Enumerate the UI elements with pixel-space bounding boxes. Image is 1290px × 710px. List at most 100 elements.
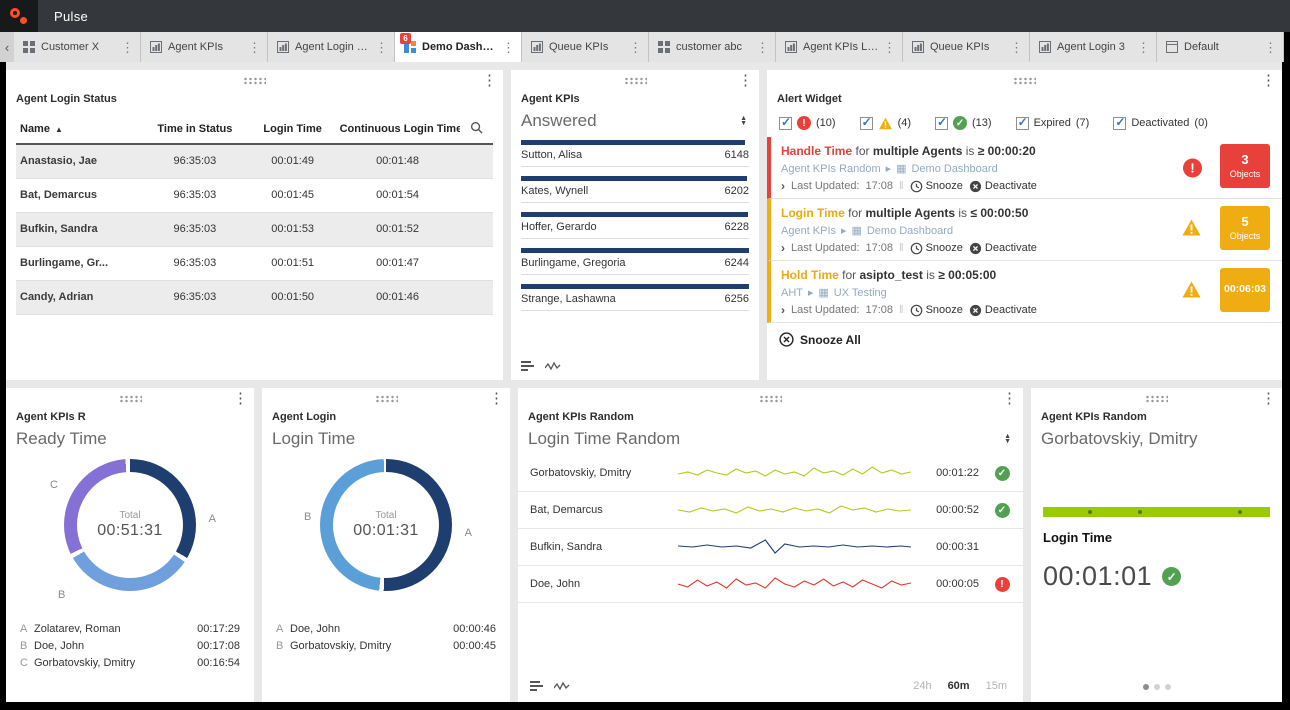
range-15m[interactable]: 15m (986, 680, 1007, 692)
drag-handle[interactable] (243, 77, 266, 85)
pager-dot[interactable] (1165, 684, 1171, 690)
tab-menu-kebab-icon[interactable]: ⋮ (244, 41, 265, 54)
alert-item[interactable]: Hold Time for asipto_test is ≥ 00:05:00 … (767, 261, 1282, 323)
checkbox-checked[interactable] (1113, 117, 1126, 130)
bar-list-item[interactable]: Burlingame, Gregoria6244 (521, 248, 749, 275)
filter-expired[interactable]: Expired (7) (1016, 117, 1090, 130)
filter-critical[interactable]: ! (10) (779, 116, 836, 130)
widget-menu-kebab-icon[interactable]: ⋮ (1261, 73, 1276, 88)
tab-default[interactable]: Default ⋮ (1157, 32, 1284, 62)
tab-queue-kpis-2[interactable]: Queue KPIs ⋮ (903, 32, 1030, 62)
range-60m-selected[interactable]: 60m (948, 680, 970, 692)
snooze-all-button[interactable]: Snooze All (767, 323, 1282, 356)
drag-handle[interactable] (375, 395, 398, 403)
filter-warning[interactable]: (4) (860, 117, 911, 130)
filter-deactivated[interactable]: Deactivated (0) (1113, 117, 1208, 130)
pager-dot[interactable] (1154, 684, 1160, 690)
checkbox-checked[interactable] (935, 117, 948, 130)
widget-menu-kebab-icon[interactable]: ⋮ (233, 391, 248, 406)
tab-menu-kebab-icon[interactable]: ⋮ (752, 41, 773, 54)
continuous-login-time-cell: 00:01:48 (336, 144, 460, 178)
table-search-button[interactable] (460, 114, 493, 144)
tab-menu-kebab-icon[interactable]: ⋮ (117, 41, 138, 54)
tab-menu-kebab-icon[interactable]: ⋮ (1006, 41, 1027, 54)
source-widget-link[interactable]: Agent KPIs (781, 225, 836, 237)
widget-menu-kebab-icon[interactable]: ⋮ (489, 391, 504, 406)
drag-handle[interactable] (119, 395, 142, 403)
drag-handle[interactable] (1145, 395, 1168, 403)
tab-menu-kebab-icon[interactable]: ⋮ (879, 41, 900, 54)
checkbox-checked[interactable] (860, 117, 873, 130)
tab-scroll-left-button[interactable]: ‹ (0, 32, 14, 62)
tab-menu-kebab-icon[interactable]: ⋮ (1133, 41, 1154, 54)
tab-demo-dashboard-active[interactable]: 6 Demo Dashboard ⋮ (395, 32, 522, 62)
top-bar: Pulse (0, 0, 1290, 32)
deactivate-button[interactable]: Deactivate (969, 180, 1037, 193)
alert-objects-badge[interactable]: 3 Objects (1220, 144, 1270, 188)
deactivate-button[interactable]: Deactivate (969, 304, 1037, 317)
table-row[interactable]: Anastasio, Jae 96:35:03 00:01:49 00:01:4… (16, 144, 493, 178)
bar-list-item[interactable]: Hoffer, Gerardo6228 (521, 212, 749, 239)
widget-menu-kebab-icon[interactable]: ⋮ (1002, 391, 1017, 406)
alert-item[interactable]: Handle Time for multiple Agents is ≥ 00:… (767, 137, 1282, 199)
alert-value-badge[interactable]: 00:06:03 (1220, 268, 1270, 312)
sort-toggle-icon[interactable]: ▲▼ (740, 116, 747, 126)
bar-list-item[interactable]: Sutton, Alisa6148 (521, 140, 749, 167)
wave-view-icon[interactable] (554, 680, 570, 692)
source-widget-link[interactable]: Agent KPIs Random (781, 163, 881, 175)
drag-handle[interactable] (1013, 77, 1036, 85)
dashboard-link[interactable]: UX Testing (834, 287, 887, 299)
sparkline-row[interactable]: Bat, Demarcus 00:00:52 ✓ (518, 492, 1023, 529)
wave-view-icon[interactable] (545, 360, 561, 372)
list-view-icon[interactable] (530, 680, 544, 692)
column-header-login-time[interactable]: Login Time (250, 114, 336, 144)
snooze-button[interactable]: Snooze (910, 242, 963, 255)
tab-menu-kebab-icon[interactable]: ⋮ (498, 41, 519, 54)
column-header-continuous-login-time[interactable]: Continuous Login Time (336, 114, 460, 144)
drag-handle[interactable] (759, 395, 782, 403)
widget-menu-kebab-icon[interactable]: ⋮ (738, 73, 753, 88)
tab-customer-abc[interactable]: customer abc ⋮ (649, 32, 776, 62)
bar-list-item[interactable]: Kates, Wynell6202 (521, 176, 749, 203)
widget-menu-kebab-icon[interactable]: ⋮ (1261, 391, 1276, 406)
tab-menu-kebab-icon[interactable]: ⋮ (1260, 41, 1281, 54)
list-view-icon[interactable] (521, 360, 535, 372)
snooze-button[interactable]: Snooze (910, 304, 963, 317)
tab-agent-login-exten[interactable]: Agent Login Exten ⋮ (268, 32, 395, 62)
snooze-button[interactable]: Snooze (910, 180, 963, 193)
range-24h[interactable]: 24h (913, 680, 931, 692)
expand-arrow-icon[interactable]: › (781, 179, 785, 193)
tab-menu-kebab-icon[interactable]: ⋮ (625, 41, 646, 54)
table-row[interactable]: Candy, Adrian 96:35:03 00:01:50 00:01:46 (16, 280, 493, 314)
filter-ok[interactable]: ✓ (13) (935, 116, 992, 130)
column-header-name[interactable]: Name▲ (16, 114, 140, 144)
alert-objects-badge[interactable]: 5 Objects (1220, 206, 1270, 250)
alert-item[interactable]: Login Time for multiple Agents is ≤ 00:0… (767, 199, 1282, 261)
column-header-time-in-status[interactable]: Time in Status (140, 114, 250, 144)
sparkline-row[interactable]: Gorbatovskiy, Dmitry 00:01:22 ✓ (518, 455, 1023, 492)
tab-agent-kpis[interactable]: Agent KPIs ⋮ (141, 32, 268, 62)
sparkline-row[interactable]: Bufkin, Sandra 00:00:31 (518, 529, 1023, 566)
tab-queue-kpis[interactable]: Queue KPIs ⋮ (522, 32, 649, 62)
deactivate-button[interactable]: Deactivate (969, 242, 1037, 255)
table-row[interactable]: Bufkin, Sandra 96:35:03 00:01:53 00:01:5… (16, 212, 493, 246)
drag-handle[interactable] (624, 77, 647, 85)
sort-toggle-icon[interactable]: ▲▼ (1004, 434, 1011, 444)
expand-arrow-icon[interactable]: › (781, 241, 785, 255)
bar-list-item[interactable]: Strange, Lashawna6256 (521, 284, 749, 311)
sparkline-row[interactable]: Doe, John 00:00:05 ! (518, 566, 1023, 603)
checkbox-checked[interactable] (1016, 117, 1029, 130)
tab-customer-x[interactable]: Customer X ⋮ (14, 32, 141, 62)
dashboard-link[interactable]: Demo Dashboard (911, 163, 997, 175)
pager-dot-active[interactable] (1143, 684, 1149, 690)
tab-agent-kpis-long[interactable]: Agent KPIs Long ⋮ (776, 32, 903, 62)
dashboard-link[interactable]: Demo Dashboard (867, 225, 953, 237)
table-row[interactable]: Burlingame, Gr... 96:35:03 00:01:51 00:0… (16, 246, 493, 280)
checkbox-checked[interactable] (779, 117, 792, 130)
source-widget-link[interactable]: AHT (781, 287, 803, 299)
table-row[interactable]: Bat, Demarcus 96:35:03 00:01:45 00:01:54 (16, 178, 493, 212)
tab-agent-login-3[interactable]: Agent Login 3 ⋮ (1030, 32, 1157, 62)
widget-menu-kebab-icon[interactable]: ⋮ (482, 73, 497, 88)
expand-arrow-icon[interactable]: › (781, 303, 785, 317)
tab-menu-kebab-icon[interactable]: ⋮ (371, 41, 392, 54)
